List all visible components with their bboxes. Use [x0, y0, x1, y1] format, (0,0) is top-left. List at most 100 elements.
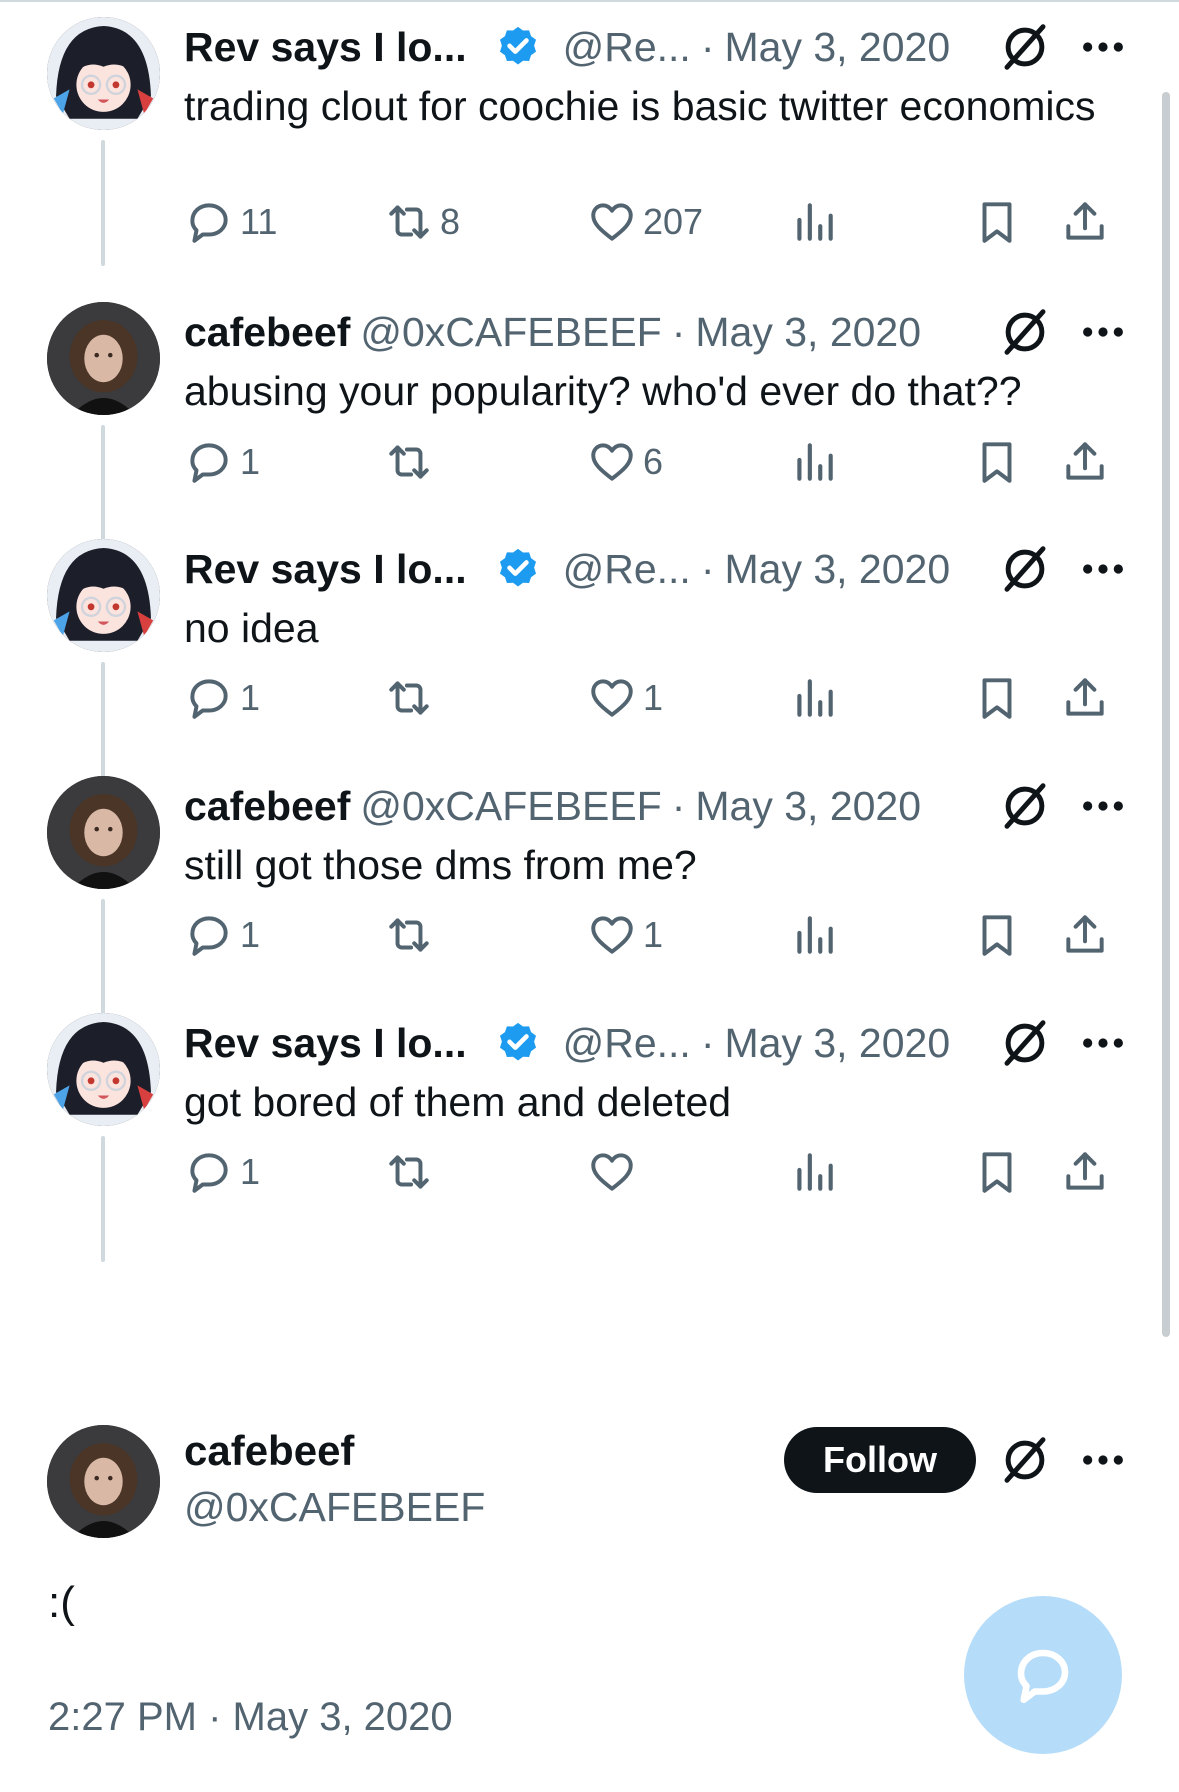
author-handle[interactable]: @Re... — [563, 546, 691, 593]
retweet-button[interactable] — [384, 434, 440, 490]
thread-tweet[interactable]: Rev says I lo... @Re... · May 3, 2020 tr… — [0, 0, 1179, 270]
verified-badge-icon — [495, 24, 541, 70]
action-bar: 1 1 — [184, 670, 1134, 726]
reply-icon — [184, 673, 234, 723]
like-button[interactable]: 1 — [587, 670, 663, 726]
reply-count: 11 — [240, 201, 278, 242]
reply-button[interactable]: 1 — [184, 907, 260, 963]
views-button[interactable] — [789, 434, 839, 490]
retweet-icon — [384, 1147, 434, 1197]
reply-button[interactable]: 11 — [184, 194, 277, 250]
author-handle[interactable]: @0xCAFEBEEF — [184, 1481, 485, 1533]
tweet-text: got bored of them and deleted — [184, 1079, 732, 1125]
author-name[interactable]: cafebeef — [184, 783, 350, 830]
avatar-rev[interactable] — [47, 539, 160, 652]
more-icon[interactable] — [1080, 552, 1126, 586]
bookmark-button[interactable] — [972, 1144, 1022, 1200]
reply-button[interactable]: 1 — [184, 1144, 260, 1200]
views-icon — [789, 910, 839, 960]
retweet-icon — [384, 910, 434, 960]
views-button[interactable] — [789, 907, 839, 963]
tweet-date[interactable]: May 3, 2020 — [724, 1020, 950, 1067]
thread-tweet[interactable]: cafebeef @0xCAFEBEEF · May 3, 2020 still… — [0, 759, 1179, 1029]
more-icon[interactable] — [1080, 315, 1126, 349]
author-name[interactable]: Rev says I lo... — [184, 24, 467, 71]
like-button[interactable] — [587, 1144, 643, 1200]
share-button[interactable] — [1060, 194, 1110, 250]
more-icon[interactable] — [1080, 1443, 1126, 1477]
share-button[interactable] — [1060, 670, 1110, 726]
share-button[interactable] — [1060, 1144, 1110, 1200]
tweet-timestamp[interactable]: 2:27 PM · May 3, 2020 — [48, 1691, 453, 1743]
author-handle[interactable]: @0xCAFEBEEF — [360, 783, 661, 830]
views-button[interactable] — [789, 670, 839, 726]
author-name[interactable]: cafebeef — [184, 309, 350, 356]
views-icon — [789, 1147, 839, 1197]
grok-icon[interactable] — [998, 1016, 1052, 1070]
more-icon[interactable] — [1080, 30, 1126, 64]
bookmark-button[interactable] — [972, 434, 1022, 490]
share-icon — [1060, 910, 1110, 960]
retweet-button[interactable] — [384, 1144, 440, 1200]
tweet-date[interactable]: May 3, 2020 — [695, 783, 921, 830]
avatar-cafebeef[interactable] — [47, 1425, 160, 1538]
avatar-rev[interactable] — [47, 1013, 160, 1126]
thread-tweet[interactable]: cafebeef @0xCAFEBEEF · May 3, 2020 abusi… — [0, 285, 1179, 555]
action-bar: 11 8 207 — [184, 194, 1134, 250]
heart-icon — [587, 673, 637, 723]
retweet-button[interactable] — [384, 670, 440, 726]
grok-icon[interactable] — [998, 542, 1052, 596]
reply-count: 1 — [240, 914, 261, 955]
views-button[interactable] — [789, 1144, 839, 1200]
reply-icon — [184, 437, 234, 487]
retweet-icon — [384, 437, 434, 487]
reply-button[interactable]: 1 — [184, 434, 260, 490]
more-icon[interactable] — [1080, 1026, 1126, 1060]
retweet-button[interactable] — [384, 907, 440, 963]
author-name[interactable]: Rev says I lo... — [184, 546, 467, 593]
grok-icon[interactable] — [998, 1433, 1052, 1487]
author-handle[interactable]: @Re... — [563, 1020, 691, 1067]
bookmark-button[interactable] — [972, 194, 1022, 250]
reply-button[interactable]: 1 — [184, 670, 260, 726]
retweet-icon — [384, 197, 434, 247]
views-icon — [789, 197, 839, 247]
bookmark-icon — [972, 1147, 1022, 1197]
author-name[interactable]: Rev says I lo... — [184, 1020, 467, 1067]
share-button[interactable] — [1060, 434, 1110, 490]
avatar-cafebeef[interactable] — [47, 776, 160, 889]
reply-icon — [184, 197, 234, 247]
tweet-date[interactable]: May 3, 2020 — [724, 24, 950, 71]
like-button[interactable]: 1 — [587, 907, 663, 963]
author-name[interactable]: cafebeef — [184, 1425, 354, 1477]
avatar-rev[interactable] — [47, 17, 160, 130]
retweet-button[interactable]: 8 — [384, 194, 460, 250]
thread-tweet[interactable]: Rev says I lo... @Re... · May 3, 2020 go… — [0, 996, 1179, 1266]
bookmark-button[interactable] — [972, 670, 1022, 726]
action-bar: 1 — [184, 1144, 1134, 1200]
compose-reply-button[interactable] — [964, 1596, 1122, 1754]
avatar-cafebeef[interactable] — [47, 302, 160, 415]
share-button[interactable] — [1060, 907, 1110, 963]
author-handle[interactable]: @0xCAFEBEEF — [360, 309, 661, 356]
reply-icon — [184, 910, 234, 960]
tweet-text: no idea — [184, 605, 319, 651]
like-button[interactable]: 6 — [587, 434, 663, 490]
tweet-date[interactable]: May 3, 2020 — [695, 309, 921, 356]
grok-icon[interactable] — [998, 779, 1052, 833]
author-handle[interactable]: @Re... — [563, 24, 691, 71]
thread-tweet[interactable]: Rev says I lo... @Re... · May 3, 2020 no… — [0, 522, 1179, 792]
share-icon — [1060, 1147, 1110, 1197]
reply-count: 1 — [240, 1151, 261, 1192]
grok-icon[interactable] — [998, 305, 1052, 359]
tweet-text: abusing your popularity? who'd ever do t… — [184, 368, 1022, 414]
grok-icon[interactable] — [998, 20, 1052, 74]
follow-button[interactable]: Follow — [784, 1427, 976, 1493]
bookmark-button[interactable] — [972, 907, 1022, 963]
bookmark-icon — [972, 673, 1022, 723]
tweet-date[interactable]: May 3, 2020 — [724, 546, 950, 593]
like-button[interactable]: 207 — [587, 194, 703, 250]
bookmark-icon — [972, 197, 1022, 247]
views-button[interactable] — [789, 194, 839, 250]
more-icon[interactable] — [1080, 789, 1126, 823]
